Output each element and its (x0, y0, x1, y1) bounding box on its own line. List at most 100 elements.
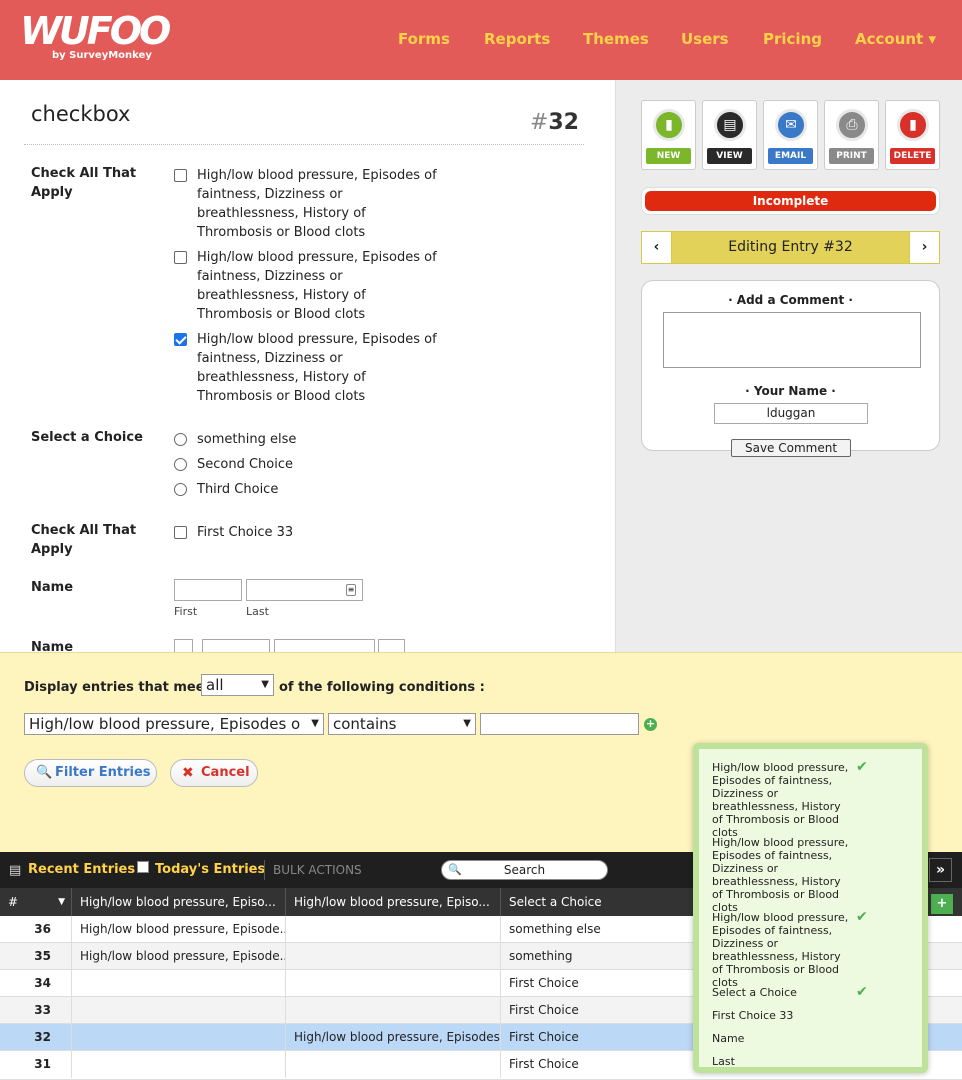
nav-account[interactable]: Account ▾ (855, 30, 936, 48)
checkbox-option[interactable]: High/low blood pressure, Episodes of fai… (174, 248, 437, 324)
column-option[interactable]: Name (712, 1032, 852, 1045)
column-option[interactable]: First Choice 33 (712, 1009, 852, 1022)
checkmark-icon: ✔ (856, 984, 868, 1000)
checkbox-checked[interactable] (174, 333, 187, 346)
view-entry-button[interactable]: ▤ VIEW (702, 100, 757, 170)
form-title: checkbox (31, 102, 131, 126)
checkbox[interactable] (174, 169, 187, 182)
filter-prefix-text: Display entries that meet (24, 680, 211, 695)
field-label-check-all-2: Check All That Apply (31, 523, 137, 557)
first-sublabel: First (174, 605, 198, 618)
table-cell (286, 943, 501, 970)
new-doc-icon: ▮ (653, 109, 685, 141)
filter-operator-select[interactable]: contains ▼ (328, 713, 476, 735)
first-name-input[interactable] (174, 579, 242, 601)
filter-suffix-text: of the following conditions : (279, 680, 485, 695)
email-entry-button[interactable]: ✉ EMAIL (763, 100, 818, 170)
contact-card-icon: ≡ (346, 584, 356, 596)
delete-doc-icon: ▮ (897, 109, 929, 141)
filter-value-input[interactable] (480, 713, 639, 735)
add-condition-icon[interactable]: + (644, 718, 657, 731)
last-name-input[interactable]: ≡ (246, 579, 363, 601)
radio-option[interactable]: something else (174, 430, 437, 449)
match-select[interactable]: all ▼ (201, 674, 274, 696)
row-number: 32 (0, 1024, 72, 1051)
row-number: 35 (0, 943, 72, 970)
comment-textarea[interactable] (663, 312, 921, 368)
bulk-actions-menu[interactable]: BULK ACTIONS (273, 863, 362, 877)
view-doc-icon: ▤ (714, 109, 746, 141)
last-sublabel: Last (246, 605, 269, 618)
row-number: 36 (0, 916, 72, 943)
chevron-down-icon: ▼ (311, 718, 319, 729)
name-title-input[interactable] (174, 639, 193, 652)
previous-entry-button[interactable]: ‹ (642, 232, 672, 263)
today-checkbox[interactable] (137, 861, 149, 873)
status-badge: Incomplete (645, 191, 936, 211)
chevron-down-icon: ▼ (261, 679, 269, 690)
nav-pricing[interactable]: Pricing (763, 30, 822, 48)
your-name-input[interactable]: lduggan (714, 403, 868, 424)
name-last-input-2[interactable] (274, 639, 375, 652)
your-name-heading: · Your Name · (745, 384, 836, 398)
name-suffix-input[interactable] (378, 639, 405, 652)
column-option[interactable]: High/low blood pressure, Episodes of fai… (712, 911, 852, 989)
radio-button[interactable] (174, 458, 187, 471)
field-label-name: Name (31, 580, 74, 595)
checkbox[interactable] (174, 526, 187, 539)
row-number: 33 (0, 997, 72, 1024)
nav-forms[interactable]: Forms (398, 30, 450, 48)
column-header-field-2[interactable]: High/low blood pressure, Episo... (286, 888, 501, 916)
add-comment-heading: · Add a Comment · (728, 293, 853, 307)
column-option[interactable]: Last (712, 1055, 852, 1067)
todays-entries-tab[interactable]: Today's Entries (155, 862, 265, 877)
table-cell: High/low blood pressure, Episode... (72, 916, 286, 943)
comment-panel: · Add a Comment · · Your Name · lduggan (641, 280, 940, 451)
wufoo-logo[interactable]: WUFOO by SurveyMonkey (20, 9, 171, 61)
column-header-number[interactable]: # ▼ (0, 888, 72, 916)
checkbox-option[interactable]: First Choice 33 (174, 523, 437, 542)
save-comment-button[interactable]: Save Comment (731, 439, 851, 457)
new-label: NEW (646, 148, 691, 164)
checkbox-option[interactable]: High/low blood pressure, Episodes of fai… (174, 330, 437, 406)
cancel-label: Cancel (201, 765, 250, 780)
checkbox-option[interactable]: High/low blood pressure, Episodes of fai… (174, 166, 437, 242)
expand-columns-button[interactable]: » (929, 858, 952, 882)
field-label-check-all: Check All That Apply (31, 166, 137, 200)
search-icon: 🔍 (448, 863, 462, 876)
table-cell (72, 1024, 286, 1051)
name-first-input-2[interactable] (202, 639, 270, 652)
checkbox[interactable] (174, 251, 187, 264)
filter-field-select[interactable]: High/low blood pressure, Episodes o ▼ (24, 713, 324, 735)
radio-option-label: something else (197, 432, 297, 447)
logo-wordmark: WUFOO (20, 9, 171, 53)
filter-field-value: High/low blood pressure, Episodes o (29, 715, 301, 733)
checkbox-option-label: High/low blood pressure, Episodes of fai… (197, 250, 437, 322)
entries-search-input[interactable]: 🔍 Search (441, 860, 608, 880)
nav-reports[interactable]: Reports (484, 30, 550, 48)
column-header-field-1[interactable]: High/low blood pressure, Episo... (72, 888, 286, 916)
view-label: VIEW (707, 148, 752, 164)
table-cell (72, 997, 286, 1024)
checkmark-icon: ✔ (856, 909, 868, 925)
table-cell (72, 970, 286, 997)
cancel-filter-button[interactable]: ✖ Cancel (170, 759, 258, 787)
nav-users[interactable]: Users (681, 30, 729, 48)
nav-themes[interactable]: Themes (583, 30, 649, 48)
delete-entry-button[interactable]: ▮ DELETE (885, 100, 940, 170)
print-entry-button[interactable]: ⎙ PRINT (824, 100, 879, 170)
radio-option[interactable]: Second Choice (174, 455, 437, 474)
column-option[interactable]: High/low blood pressure, Episodes of fai… (712, 836, 852, 914)
sort-down-icon[interactable]: ▼ (58, 888, 65, 916)
radio-button[interactable] (174, 433, 187, 446)
column-option[interactable]: High/low blood pressure, Episodes of fai… (712, 761, 852, 839)
next-entry-button[interactable]: › (909, 232, 939, 263)
radio-option[interactable]: Third Choice (174, 480, 437, 499)
editing-entry-title: Editing Entry #32 (728, 239, 853, 255)
add-column-button[interactable]: + (931, 894, 953, 914)
column-option[interactable]: Select a Choice (712, 986, 852, 999)
new-entry-button[interactable]: ▮ NEW (641, 100, 696, 170)
filter-entries-button[interactable]: 🔍 Filter Entries (24, 759, 157, 787)
recent-entries-tab[interactable]: Recent Entries (28, 862, 135, 877)
radio-button[interactable] (174, 483, 187, 496)
